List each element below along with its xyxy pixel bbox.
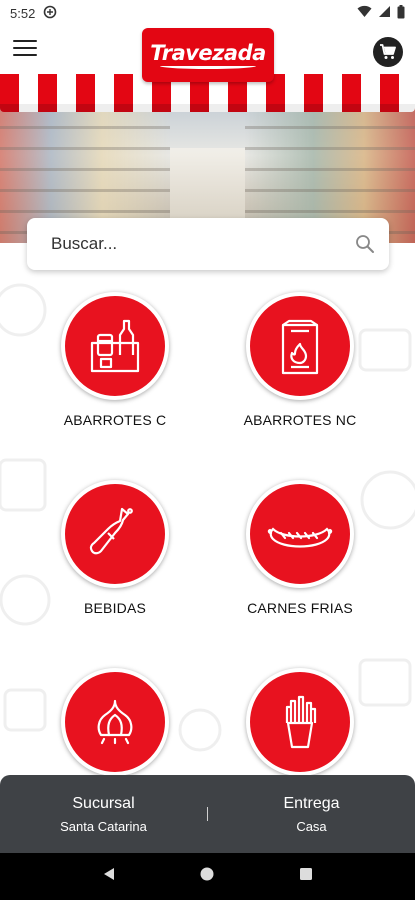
canned-goods-icon xyxy=(90,319,140,373)
delivery-value: Casa xyxy=(296,818,327,834)
data-saver-icon xyxy=(43,5,57,22)
category-snacks[interactable] xyxy=(215,668,385,775)
logo-text: Travezada xyxy=(150,41,266,65)
bottle-icon xyxy=(89,507,133,555)
back-icon[interactable] xyxy=(101,866,117,887)
garlic-icon xyxy=(97,699,133,745)
charcoal-bag-icon xyxy=(281,319,319,375)
branch-selector[interactable]: Sucursal Santa Catarina xyxy=(0,795,207,834)
hamburger-menu-icon[interactable] xyxy=(13,40,37,60)
category-bebidas[interactable]: BEBIDAS xyxy=(30,480,200,616)
category-carnes-frias[interactable]: CARNES FRIAS xyxy=(215,480,385,616)
branch-title: Sucursal xyxy=(72,794,135,812)
signal-icon xyxy=(378,5,391,21)
category-abarrotes-c[interactable]: ABARROTES C xyxy=(30,292,200,428)
system-navigation-bar xyxy=(0,853,415,900)
cart-button[interactable] xyxy=(373,37,403,67)
brand-logo: Travezada xyxy=(142,28,274,82)
branch-value: Santa Catarina xyxy=(60,818,147,834)
fries-icon xyxy=(285,695,317,749)
search-icon[interactable] xyxy=(355,234,375,254)
delivery-method-selector[interactable]: Entrega Casa xyxy=(208,795,415,834)
status-time: 5:52 xyxy=(10,5,36,21)
category-label: BEBIDAS xyxy=(83,600,147,616)
shopping-cart-icon xyxy=(380,44,396,59)
category-abarrotes-nc[interactable]: ABARROTES NC xyxy=(215,292,385,428)
app-bar: Travezada xyxy=(0,26,415,82)
delivery-options-bar: Sucursal Santa Catarina Entrega Casa xyxy=(0,775,415,853)
sausage-icon xyxy=(267,527,333,548)
category-label: ABARROTES C xyxy=(63,412,167,428)
search-bar[interactable] xyxy=(27,218,389,270)
category-vegetables[interactable] xyxy=(30,668,200,775)
battery-icon xyxy=(397,4,405,22)
status-bar: 5:52 xyxy=(0,0,415,26)
category-label: CARNES FRIAS xyxy=(247,600,353,616)
home-icon[interactable] xyxy=(199,866,215,887)
recents-icon[interactable] xyxy=(298,866,314,887)
wifi-icon xyxy=(357,5,372,21)
category-grid: ABARROTES C ABARROTES NC BEBIDAS CARNES … xyxy=(0,270,415,775)
category-label: ABARROTES NC xyxy=(243,412,357,428)
delivery-title: Entrega xyxy=(283,794,340,812)
search-input[interactable] xyxy=(51,234,355,254)
